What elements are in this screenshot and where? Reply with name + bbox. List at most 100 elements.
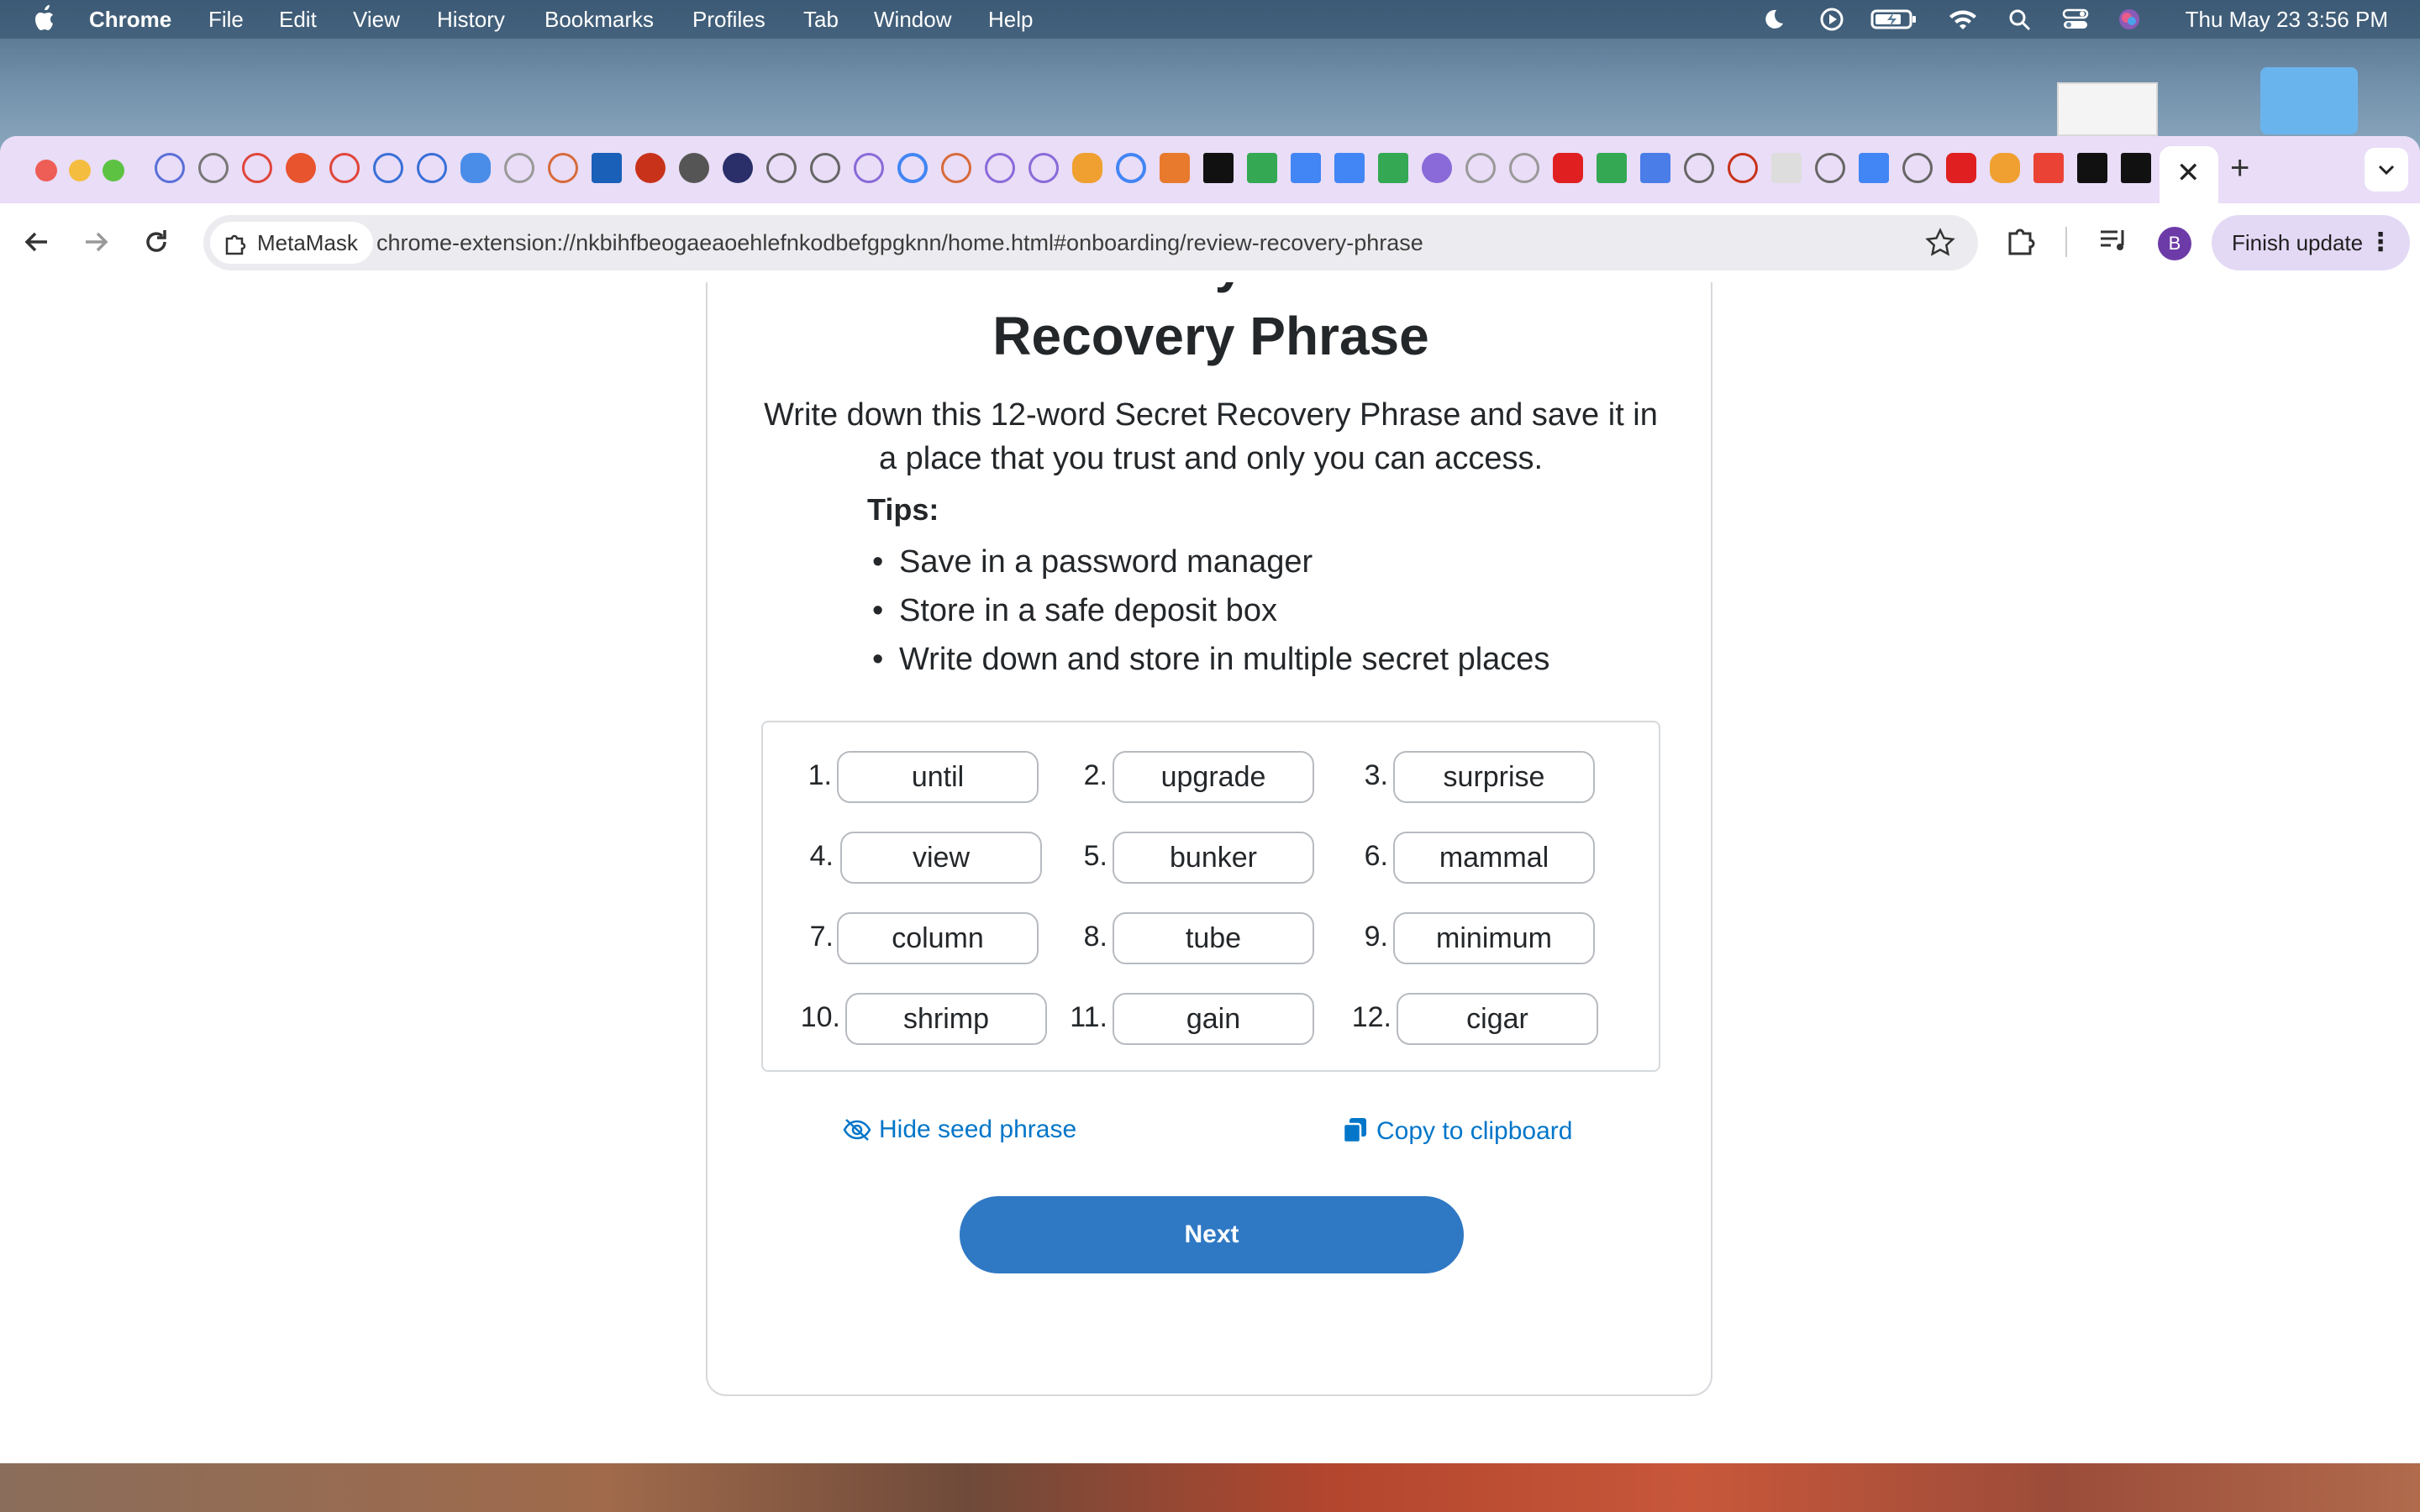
amex-icon[interactable] bbox=[592, 153, 622, 183]
extensions-icon[interactable] bbox=[2005, 223, 2039, 257]
forward-arrow-icon[interactable] bbox=[77, 223, 114, 260]
f-icon[interactable] bbox=[2121, 153, 2151, 183]
menu-history[interactable]: History bbox=[437, 7, 505, 33]
google-icon[interactable] bbox=[897, 153, 928, 183]
sheets-icon[interactable] bbox=[1597, 153, 1627, 183]
tab-favicon[interactable] bbox=[1422, 153, 1452, 183]
tab-favicon[interactable] bbox=[198, 153, 229, 183]
f-icon[interactable] bbox=[2077, 153, 2107, 183]
tab-favicon[interactable] bbox=[1028, 153, 1059, 183]
reload-icon[interactable] bbox=[138, 223, 175, 260]
tip-text: Write down and store in multiple secret … bbox=[899, 642, 1550, 677]
apple-icon[interactable] bbox=[32, 3, 57, 34]
desktop-file-thumbnail[interactable] bbox=[2057, 82, 2158, 136]
sheets-icon[interactable] bbox=[1378, 153, 1408, 183]
youtube-icon[interactable] bbox=[1946, 153, 1976, 183]
menu-tab[interactable]: Tab bbox=[803, 7, 839, 33]
word-number: 7. bbox=[809, 921, 834, 953]
tab-favicon[interactable] bbox=[155, 153, 185, 183]
profile-avatar[interactable]: B bbox=[2158, 227, 2191, 260]
shield-icon[interactable] bbox=[1160, 153, 1190, 183]
tab-favicon[interactable] bbox=[1465, 153, 1496, 183]
back-arrow-icon[interactable] bbox=[18, 223, 55, 260]
play-circle-icon[interactable] bbox=[1818, 7, 1845, 32]
close-tab-icon[interactable]: ✕ bbox=[2176, 156, 2201, 190]
cloud-icon[interactable] bbox=[460, 153, 491, 183]
phrase-word: 3. surprise bbox=[1329, 751, 1607, 803]
battery-icon[interactable] bbox=[1870, 7, 1918, 32]
tab-favicon[interactable] bbox=[941, 153, 971, 183]
tab-favicon[interactable] bbox=[417, 153, 447, 183]
docs-icon[interactable] bbox=[1291, 153, 1321, 183]
chevron-down-icon bbox=[2378, 165, 2395, 176]
word-chip: until bbox=[837, 751, 1039, 803]
active-tab[interactable]: ✕ bbox=[2160, 146, 2218, 203]
finish-update-label: Finish update bbox=[2232, 230, 2364, 255]
tab-favicon[interactable] bbox=[810, 153, 840, 183]
minimize-window-button[interactable] bbox=[69, 160, 91, 181]
calendar-icon[interactable] bbox=[1859, 153, 1889, 183]
menu-window[interactable]: Window bbox=[874, 7, 951, 33]
wifi-icon[interactable] bbox=[1948, 7, 1978, 32]
f-icon[interactable] bbox=[1203, 153, 1234, 183]
tab-favicon[interactable] bbox=[504, 153, 534, 183]
menu-view[interactable]: View bbox=[353, 7, 400, 33]
menu-file[interactable]: File bbox=[208, 7, 244, 33]
bookmark-star-icon[interactable] bbox=[1924, 227, 1956, 259]
url-text[interactable]: chrome-extension://nkbihfbeogaeaoehlefnk… bbox=[376, 230, 1423, 256]
finish-update-button[interactable]: Finish update ⋮ bbox=[2212, 215, 2410, 270]
tab-favicon[interactable] bbox=[1902, 153, 1933, 183]
tab-favicon[interactable] bbox=[1771, 153, 1802, 183]
new-tab-button[interactable]: + bbox=[2230, 150, 2249, 187]
youtube-icon[interactable] bbox=[1553, 153, 1583, 183]
tab-favicon[interactable] bbox=[242, 153, 272, 183]
tab-favicon[interactable] bbox=[766, 153, 797, 183]
tab-favicon[interactable] bbox=[1728, 153, 1758, 183]
phrase-word: 1. until bbox=[763, 751, 1040, 803]
tab-favicon[interactable] bbox=[1684, 153, 1714, 183]
menu-clock[interactable]: Thu May 23 3:56 PM bbox=[2186, 7, 2388, 33]
word-number: 9. bbox=[1364, 921, 1388, 953]
menu-edit[interactable]: Edit bbox=[279, 7, 317, 33]
tab-favicon[interactable] bbox=[854, 153, 884, 183]
tip-item: • Write down and store in multiple secret… bbox=[872, 642, 1550, 677]
tab-favicon[interactable] bbox=[1509, 153, 1539, 183]
search-icon[interactable] bbox=[2007, 7, 2033, 32]
tab-favicon[interactable] bbox=[1815, 153, 1845, 183]
tab-favicon[interactable] bbox=[635, 153, 666, 183]
close-window-button[interactable] bbox=[35, 160, 57, 181]
tab-favicon[interactable] bbox=[679, 153, 709, 183]
browser-toolbar: MetaMask chrome-extension://nkbihfbeogae… bbox=[0, 203, 2420, 284]
menu-app-name[interactable]: Chrome bbox=[89, 7, 171, 33]
google-icon[interactable] bbox=[1116, 153, 1146, 183]
menu-profiles[interactable]: Profiles bbox=[692, 7, 765, 33]
phrase-word: 4. view bbox=[763, 832, 1042, 884]
menu-help[interactable]: Help bbox=[988, 7, 1033, 33]
docs-icon[interactable] bbox=[1334, 153, 1365, 183]
tab-search-button[interactable] bbox=[2365, 148, 2408, 192]
drive-icon[interactable] bbox=[1247, 153, 1277, 183]
cloud-icon[interactable] bbox=[1072, 153, 1102, 183]
menu-bookmarks[interactable]: Bookmarks bbox=[544, 7, 654, 33]
cloud-icon[interactable] bbox=[1990, 153, 2020, 183]
tab-favicon[interactable] bbox=[286, 153, 316, 183]
siri-icon[interactable] bbox=[2116, 7, 2143, 32]
copy-to-clipboard-button[interactable]: Copy to clipboard bbox=[1341, 1116, 1572, 1146]
tab-favicon[interactable] bbox=[329, 153, 360, 183]
gmail-icon[interactable] bbox=[2033, 153, 2064, 183]
media-controls-icon[interactable] bbox=[2097, 225, 2131, 255]
moon-icon[interactable] bbox=[1760, 7, 1786, 32]
zoom-window-button[interactable] bbox=[103, 160, 124, 181]
tab-favicon[interactable] bbox=[723, 153, 753, 183]
hide-seed-phrase-button[interactable]: Hide seed phrase bbox=[842, 1116, 1076, 1144]
sparkle-icon[interactable] bbox=[1640, 153, 1670, 183]
address-bar[interactable]: MetaMask chrome-extension://nkbihfbeogae… bbox=[203, 215, 1978, 270]
desktop-folder-icon[interactable] bbox=[2260, 67, 2358, 134]
tab-favicon[interactable] bbox=[985, 153, 1015, 183]
tab-favicon[interactable] bbox=[548, 153, 578, 183]
page-title: Recovery Phrase bbox=[992, 306, 1429, 366]
tab-favicon[interactable] bbox=[373, 153, 403, 183]
control-center-icon[interactable] bbox=[2062, 7, 2089, 32]
next-button[interactable]: Next bbox=[960, 1196, 1464, 1273]
site-info-chip[interactable]: MetaMask bbox=[210, 222, 373, 264]
